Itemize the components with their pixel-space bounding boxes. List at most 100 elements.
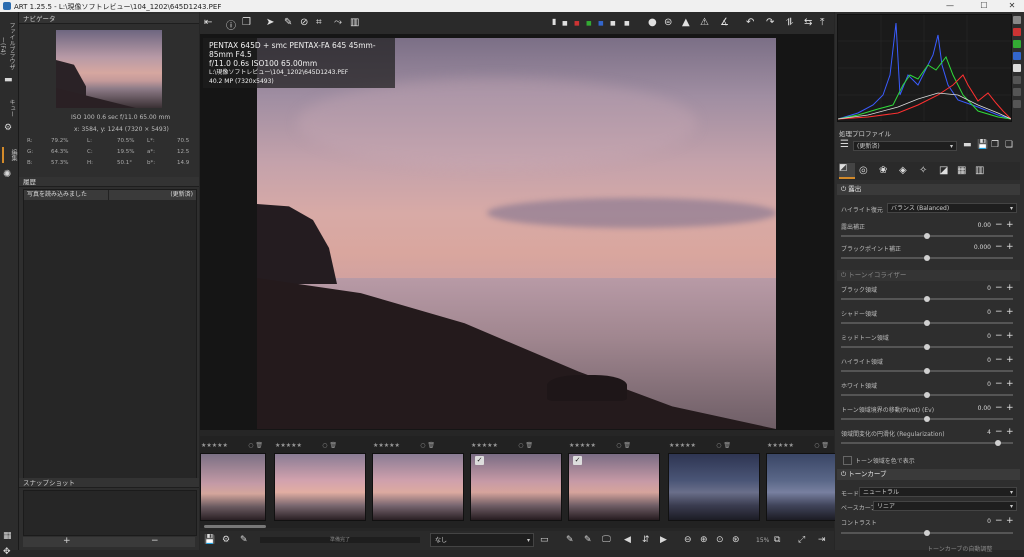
highlight-region-plus-button[interactable]: + [1006,356,1014,365]
channel-red-icon[interactable]: ■ [574,20,580,27]
black-point-minus-button[interactable]: − [995,243,1003,252]
before-after-icon[interactable]: ❐ [242,17,251,28]
midtone-region-value[interactable]: 0 [963,333,991,340]
trash-icon[interactable]: ○ 🗑 [518,442,533,449]
white-region-slider-knob[interactable] [924,392,930,398]
tab-file-browser[interactable]: ファイルブラウザー(F4) [0,20,16,72]
regularization-slider-knob[interactable] [995,440,1001,446]
trash-icon[interactable]: ○ 🗑 [420,442,435,449]
rating-stars[interactable]: ★★★★★ [767,442,794,449]
check-icon[interactable]: ✓ [475,456,484,465]
zoom-100-icon[interactable]: ⊛ [732,535,740,545]
rating-stars[interactable]: ★★★★★ [373,442,400,449]
rating-stars[interactable]: ★★★★★ [201,442,228,449]
monitor-icon[interactable]: 🖵 [602,535,611,545]
regularization-plus-button[interactable]: + [1006,428,1014,437]
white-region-plus-button[interactable]: + [1006,380,1014,389]
main-photo[interactable] [257,38,776,429]
detail-tab-icon[interactable]: ◎ [859,165,868,176]
contrast-slider-knob[interactable] [924,530,930,536]
mode-select[interactable]: ニュートラル ▾ [859,487,1017,497]
exposure-section-header[interactable]: ⏻ 露出 [837,184,1020,195]
processing-profile-header[interactable]: 処理プロファイル [839,128,891,138]
histogram-red-icon[interactable] [1013,28,1021,36]
channel-blue-icon[interactable]: ■ [598,20,604,27]
save-icon[interactable]: 💾 [204,535,215,545]
exposure-compensation-slider[interactable] [841,233,1013,239]
channel-green-icon[interactable]: ■ [586,20,592,27]
trash-icon[interactable]: ○ 🗑 [814,442,829,449]
regularization-slider[interactable] [841,440,1013,446]
base-curve-select[interactable]: リニア ▾ [873,501,1017,511]
navigator-preview[interactable] [56,30,162,108]
pin-icon[interactable]: ✎ [566,535,574,545]
white-region-slider[interactable] [841,392,1013,398]
exposure-compensation-slider-knob[interactable] [924,233,930,239]
tab-edit[interactable]: 編集 [2,147,18,163]
histogram-chroma-icon[interactable] [1013,76,1021,84]
contrast-minus-button[interactable]: − [995,517,1003,526]
histogram-mode-icon[interactable] [1013,100,1021,108]
black-region-slider-knob[interactable] [924,296,930,302]
grid-icon[interactable]: ▦ [3,532,12,541]
rating-stars[interactable]: ★★★★★ [569,442,596,449]
preview-mode-icon[interactable]: ▮ [552,17,556,26]
highlight-region-slider[interactable] [841,368,1013,374]
save-profile-icon[interactable]: 💾 [977,141,988,150]
minimize-button[interactable]: — [940,1,960,10]
trash-icon[interactable]: ○ 🗑 [248,442,263,449]
flip-vertical-icon[interactable]: ⥮ [786,17,793,28]
history-row[interactable]: 写真を読み込みました (更新済) [24,190,196,200]
profile-select[interactable]: なし ▾ [430,533,534,547]
tone-curve-header[interactable]: ⏻ トーンカーブ [837,469,1020,480]
aperture-icon[interactable]: ✺ [3,170,11,180]
exposure-compensation-value[interactable]: 0.00 [963,222,991,229]
channel-lum-icon[interactable]: ■ [610,20,616,27]
rotate-left-icon[interactable]: ↶ [746,17,754,28]
filmstrip-scrollbar[interactable] [204,525,266,528]
power-icon[interactable]: ⏻ [841,271,846,279]
color-picker-icon[interactable]: ✎ [284,17,292,28]
local-tab-icon[interactable]: ◈ [899,165,907,176]
list-icon[interactable]: ☰ [840,140,849,150]
rotate-icon[interactable]: ∡ [720,17,729,28]
straighten-icon[interactable]: ⤳ [334,17,342,28]
channel-rgb-icon[interactable]: ■ [562,20,568,27]
filmstrip-thumb[interactable]: ★★★★★ ○ 🗑 [200,442,266,521]
highlight-region-minus-button[interactable]: − [995,356,1003,365]
pivot-plus-button[interactable]: + [1006,404,1014,413]
pivot-slider[interactable] [841,416,1013,422]
filmstrip-thumb[interactable]: ★★★★★ ○ 🗑 ✓ [470,442,562,521]
effects-tab-icon[interactable]: ✧ [919,165,927,176]
reset-profile-icon[interactable]: ▭ [540,535,549,545]
pin-2-icon[interactable]: ✎ [584,535,592,545]
exposure-compensation-plus-button[interactable]: + [1006,221,1014,230]
black-point-value[interactable]: 0.000 [963,244,991,251]
white-region-value[interactable]: 0 [963,381,991,388]
black-region-minus-button[interactable]: − [995,284,1003,293]
trash-icon[interactable]: ○ 🗑 [322,442,337,449]
move-icon[interactable]: ✥ [3,548,11,557]
rotate-right-icon[interactable]: ↷ [766,17,774,28]
trash-icon[interactable]: ○ 🗑 [616,442,631,449]
prev-image-icon[interactable]: ◀ [624,535,631,545]
white-region-minus-button[interactable]: − [995,380,1003,389]
regularization-value[interactable]: 4 [963,429,991,436]
black-point-slider[interactable] [841,255,1013,261]
crop-icon[interactable]: ⌗ [316,17,322,28]
gamut-icon[interactable]: ● [648,17,657,28]
pivot-value[interactable]: 0.00 [963,405,991,412]
new-window-icon[interactable]: ⧉ [774,535,780,545]
hand-tool-icon[interactable]: ➤ [266,17,274,28]
check-icon[interactable]: ✓ [573,456,582,465]
power-icon[interactable]: ⏻ [841,185,846,193]
filmstrip-thumb[interactable]: ★★★★★ ○ 🗑 [668,442,760,521]
spot-removal-icon[interactable]: ⊘ [300,17,308,28]
transform-tab-icon[interactable]: ◪ [939,165,948,176]
midtone-region-plus-button[interactable]: + [1006,332,1014,341]
collapse-left-icon[interactable]: ⇤ [204,17,212,28]
histogram-lum-icon[interactable] [1013,64,1021,72]
shadow-region-plus-button[interactable]: + [1006,308,1014,317]
color-tab-icon[interactable]: ❀ [879,165,887,176]
highlight-region-value[interactable]: 0 [963,357,991,364]
